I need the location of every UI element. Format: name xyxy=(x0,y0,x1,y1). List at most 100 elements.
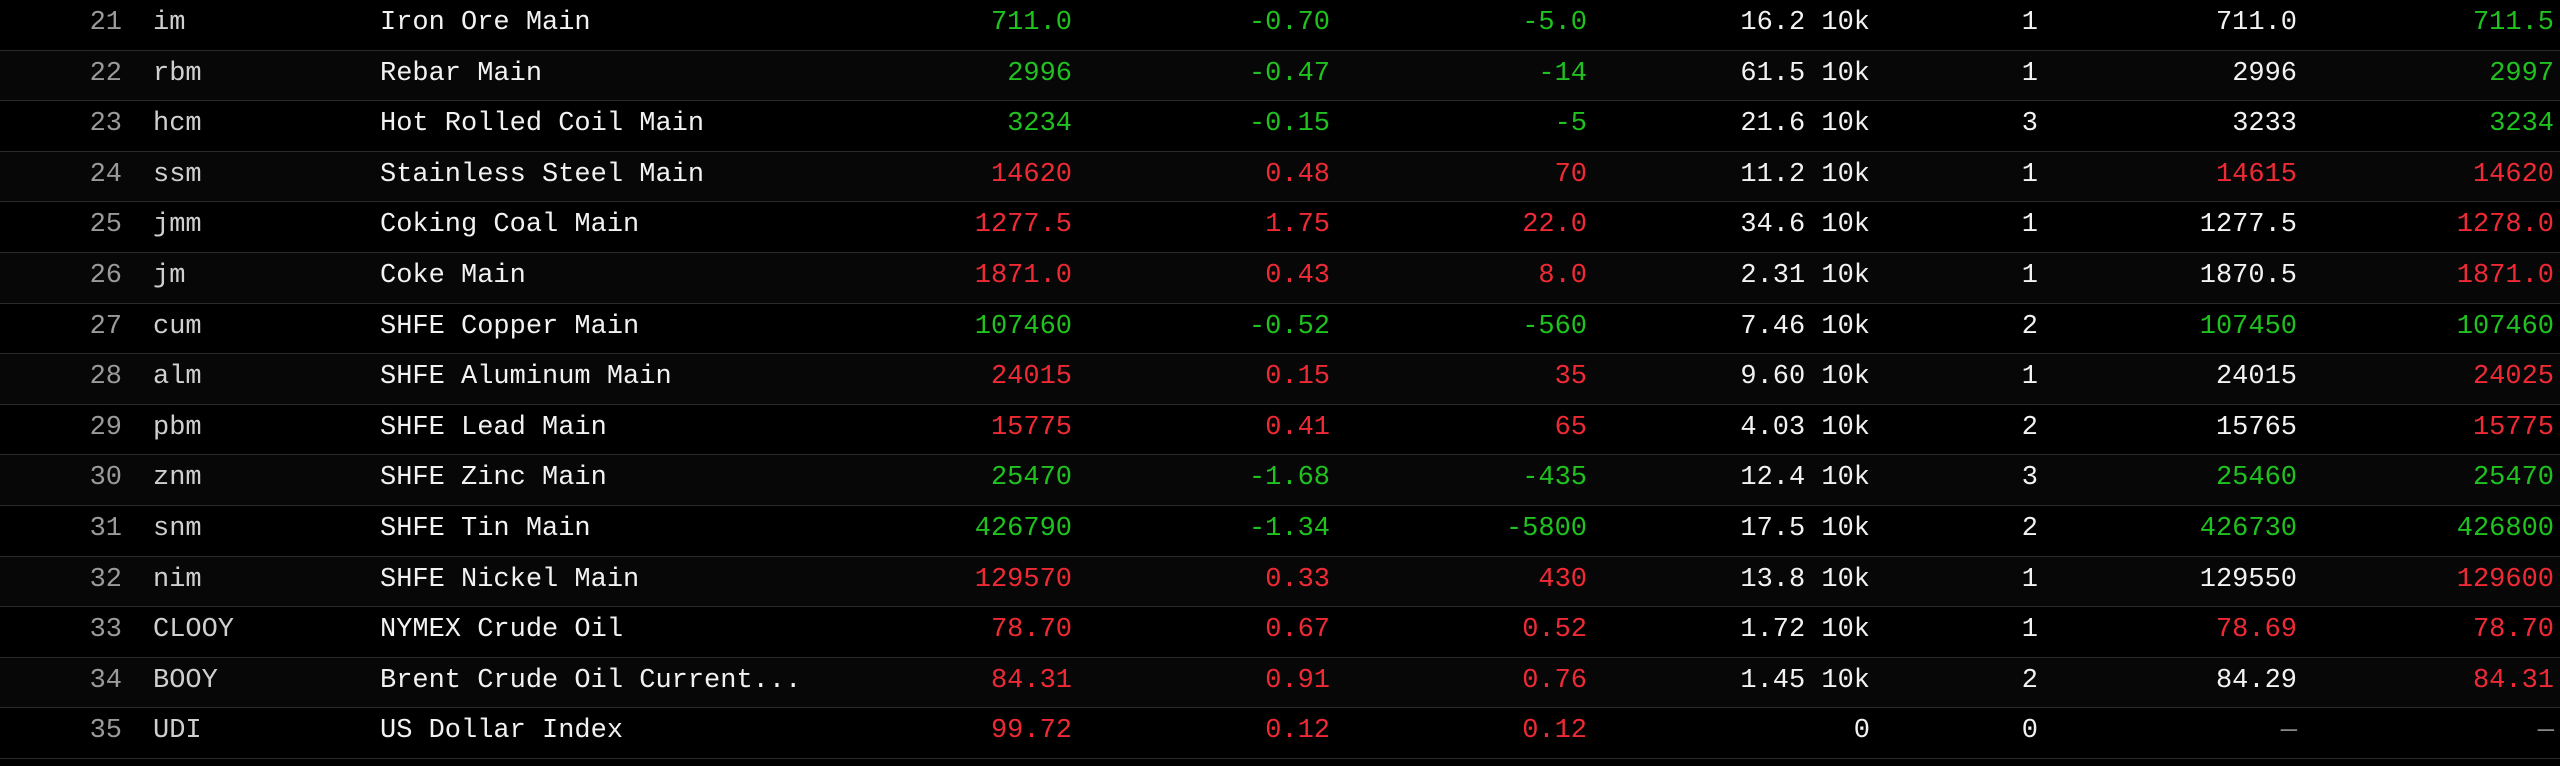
quote-row[interactable]: 26 jm Coke Main 1871.0 0.43 8.0 2.31 10k… xyxy=(0,252,2560,304)
quote-row[interactable]: 23 hcm Hot Rolled Coil Main 3234 -0.15 -… xyxy=(0,101,2560,152)
instrument-code: jm xyxy=(153,260,186,291)
row-index: 27 xyxy=(89,311,122,342)
quote-row[interactable]: 32 nim SHFE Nickel Main 129570 0.33 430 … xyxy=(0,556,2560,608)
change-amount: 0.12 xyxy=(1522,716,1587,747)
last-price: 84.31 xyxy=(990,665,1072,696)
last-quantity: 1 xyxy=(2021,564,2038,595)
last-price: 3234 xyxy=(1007,109,1072,140)
quote-row[interactable]: 22 rbm Rebar Main 2996 -0.47 -14 61.5 10… xyxy=(0,50,2560,102)
last-quantity: 2 xyxy=(2021,665,2038,696)
change-amount: 35 xyxy=(1554,362,1587,393)
last-price: 107460 xyxy=(974,311,1072,342)
row-index: 34 xyxy=(89,665,122,696)
change-percent: 0.15 xyxy=(1265,362,1330,393)
instrument-name: Rebar Main xyxy=(380,58,543,89)
change-percent: 0.67 xyxy=(1265,615,1330,646)
row-index: 30 xyxy=(89,463,122,494)
ask-price: — xyxy=(2537,716,2554,747)
quote-row[interactable]: 28 alm SHFE Aluminum Main 24015 0.15 35 … xyxy=(0,354,2560,405)
change-amount: -14 xyxy=(1538,58,1587,89)
ask-price: 1278.0 xyxy=(2456,210,2554,241)
last-quantity: 0 xyxy=(2021,716,2038,747)
instrument-name: Coking Coal Main xyxy=(380,210,640,241)
volume: 17.5 10k xyxy=(1740,513,1870,544)
change-percent: 0.33 xyxy=(1265,564,1330,595)
change-amount: -5 xyxy=(1554,109,1587,140)
last-quantity: 1 xyxy=(2021,362,2038,393)
change-amount: 65 xyxy=(1554,412,1587,443)
last-price: 99.72 xyxy=(990,716,1072,747)
last-price: 129570 xyxy=(974,564,1072,595)
last-quantity: 1 xyxy=(2021,615,2038,646)
quote-row[interactable]: 24 ssm Stainless Steel Main 14620 0.48 7… xyxy=(0,151,2560,203)
last-quantity: 1 xyxy=(2021,159,2038,190)
bid-price: 1277.5 xyxy=(2199,210,2297,241)
last-price: 1871.0 xyxy=(974,260,1072,291)
instrument-name: SHFE Nickel Main xyxy=(380,564,640,595)
change-amount: 22.0 xyxy=(1522,210,1587,241)
ask-price: 78.70 xyxy=(2472,615,2554,646)
bid-price: 84.29 xyxy=(2215,665,2297,696)
instrument-code: CLOOY xyxy=(153,615,235,646)
ask-price: 84.31 xyxy=(2472,665,2554,696)
instrument-code: znm xyxy=(153,463,202,494)
instrument-name: SHFE Copper Main xyxy=(380,311,640,342)
bid-price: — xyxy=(2280,716,2297,747)
row-index: 35 xyxy=(89,716,122,747)
change-amount: 0.52 xyxy=(1522,615,1587,646)
change-percent: -0.47 xyxy=(1248,58,1330,89)
change-amount: -560 xyxy=(1522,311,1587,342)
row-index: 22 xyxy=(89,58,122,89)
bid-price: 426730 xyxy=(2199,513,2297,544)
change-percent: 0.43 xyxy=(1265,260,1330,291)
quote-row[interactable]: 30 znm SHFE Zinc Main 25470 -1.68 -435 1… xyxy=(0,455,2560,506)
bid-price: 15765 xyxy=(2215,412,2297,443)
volume: 61.5 10k xyxy=(1740,58,1870,89)
row-index: 26 xyxy=(89,260,122,291)
quote-row[interactable]: 27 cum SHFE Copper Main 107460 -0.52 -56… xyxy=(0,303,2560,355)
ask-price: 15775 xyxy=(2472,412,2554,443)
last-price: 426790 xyxy=(974,513,1072,544)
change-percent: 0.91 xyxy=(1265,665,1330,696)
change-amount: 0.76 xyxy=(1522,665,1587,696)
quote-row[interactable]: 25 jmm Coking Coal Main 1277.5 1.75 22.0… xyxy=(0,202,2560,253)
ask-price: 3234 xyxy=(2489,109,2554,140)
row-index: 29 xyxy=(89,412,122,443)
row-index: 23 xyxy=(89,109,122,140)
bid-price: 25460 xyxy=(2215,463,2297,494)
last-quantity: 1 xyxy=(2021,8,2038,38)
instrument-code: im xyxy=(153,8,186,38)
quote-row[interactable]: 21 im Iron Ore Main 711.0 -0.70 -5.0 16.… xyxy=(0,0,2560,51)
instrument-name: Coke Main xyxy=(380,260,526,291)
instrument-name: Stainless Steel Main xyxy=(380,159,705,190)
instrument-code: BOOY xyxy=(153,665,218,696)
volume: 1.72 10k xyxy=(1740,615,1870,646)
bid-price: 107450 xyxy=(2199,311,2297,342)
change-percent: -0.15 xyxy=(1248,109,1330,140)
change-amount: -435 xyxy=(1522,463,1587,494)
instrument-code: nim xyxy=(153,564,202,595)
quote-row[interactable]: 31 snm SHFE Tin Main 426790 -1.34 -5800 … xyxy=(0,505,2560,557)
quote-row[interactable]: 29 pbm SHFE Lead Main 15775 0.41 65 4.03… xyxy=(0,404,2560,456)
volume: 1.45 10k xyxy=(1740,665,1870,696)
row-index: 24 xyxy=(89,159,122,190)
quote-row[interactable]: 33 CLOOY NYMEX Crude Oil 78.70 0.67 0.52… xyxy=(0,607,2560,658)
instrument-code: hcm xyxy=(153,109,202,140)
instrument-code: snm xyxy=(153,513,202,544)
volume: 11.2 10k xyxy=(1740,159,1870,190)
quote-row[interactable]: 35 UDI US Dollar Index 99.72 0.12 0.12 0… xyxy=(0,708,2560,759)
volume: 34.6 10k xyxy=(1740,210,1870,241)
last-price: 2996 xyxy=(1007,58,1072,89)
bid-price: 14615 xyxy=(2215,159,2297,190)
instrument-name: NYMEX Crude Oil xyxy=(380,615,624,646)
volume: 16.2 10k xyxy=(1740,8,1870,38)
last-quantity: 2 xyxy=(2021,513,2038,544)
quote-row[interactable]: 34 BOOY Brent Crude Oil Current... 84.31… xyxy=(0,657,2560,709)
row-index: 25 xyxy=(89,210,122,241)
ask-price: 24025 xyxy=(2472,362,2554,393)
ask-price: 426800 xyxy=(2456,513,2554,544)
instrument-name: SHFE Lead Main xyxy=(380,412,607,443)
ask-price: 107460 xyxy=(2456,311,2554,342)
row-index: 31 xyxy=(89,513,122,544)
bid-price: 24015 xyxy=(2215,362,2297,393)
